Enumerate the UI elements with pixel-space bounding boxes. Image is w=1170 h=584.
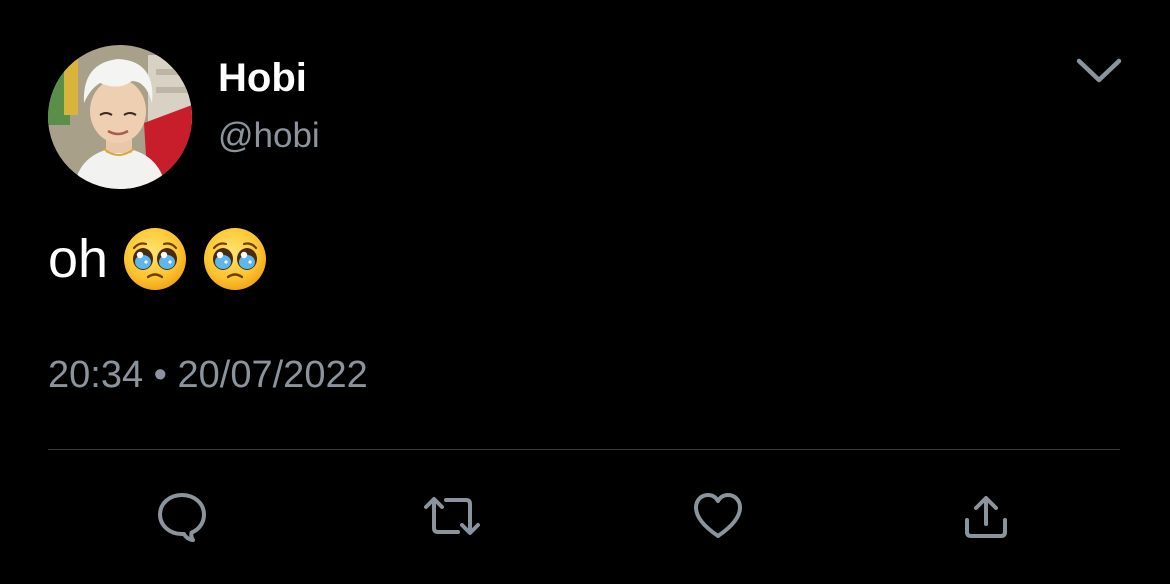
chevron-down-icon[interactable] bbox=[1072, 52, 1126, 88]
pleading-face-emoji bbox=[202, 226, 268, 292]
share-icon bbox=[965, 496, 1007, 538]
timestamp-separator: • bbox=[153, 354, 167, 396]
pleading-face-emoji bbox=[122, 226, 188, 292]
divider bbox=[48, 449, 1120, 450]
retweet-icon bbox=[424, 497, 480, 535]
heart-icon bbox=[694, 493, 742, 538]
user-handle[interactable]: @hobi bbox=[218, 114, 320, 158]
avatar-photo bbox=[48, 45, 192, 189]
reply-button[interactable] bbox=[150, 484, 214, 548]
tweet-text: oh bbox=[48, 229, 109, 289]
tweet-card: Hobi @hobi oh 20:34 • 20/07/2022 bbox=[0, 0, 1170, 584]
retweet-button[interactable] bbox=[420, 484, 484, 548]
tweet-date: 20/07/2022 bbox=[177, 354, 368, 396]
share-button[interactable] bbox=[954, 484, 1018, 548]
tweet-body: oh bbox=[48, 226, 268, 292]
reply-icon bbox=[158, 493, 206, 542]
tweet-timestamp[interactable]: 20:34 • 20/07/2022 bbox=[48, 352, 368, 398]
action-bar bbox=[0, 484, 1170, 548]
display-name[interactable]: Hobi bbox=[218, 54, 307, 102]
like-button[interactable] bbox=[686, 484, 750, 548]
tweet-time: 20:34 bbox=[48, 354, 144, 396]
avatar[interactable] bbox=[48, 45, 192, 189]
